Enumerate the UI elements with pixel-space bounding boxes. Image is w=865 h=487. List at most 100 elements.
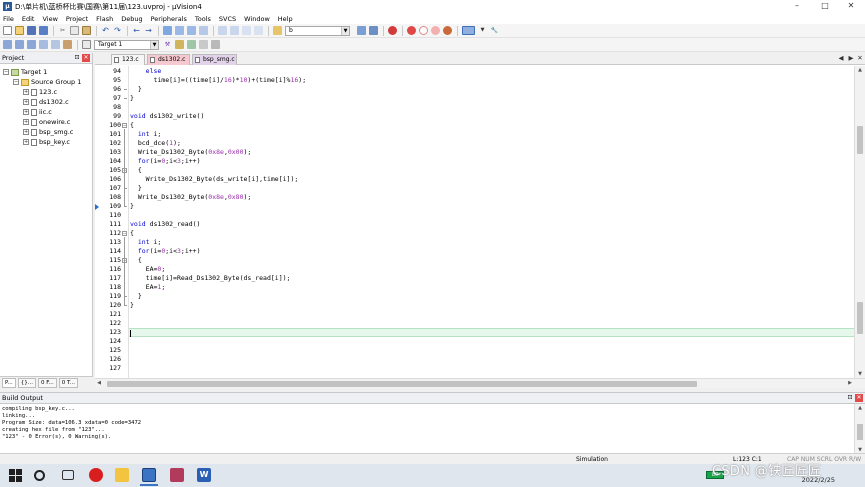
manage-components-icon[interactable] — [187, 40, 196, 49]
scrollbar-thumb[interactable] — [107, 381, 697, 387]
next-bookmark-icon[interactable] — [187, 26, 196, 35]
copy-icon[interactable] — [70, 26, 79, 35]
tab-templates[interactable]: 0 T... — [58, 377, 78, 388]
search-icon[interactable] — [34, 470, 45, 481]
menu-flash[interactable]: Flash — [96, 15, 113, 23]
pin-icon[interactable]: ⊡ — [73, 54, 81, 62]
scroll-right-icon[interactable]: ▶ — [846, 379, 854, 388]
target-options-icon[interactable] — [82, 40, 91, 49]
window-layout-icon[interactable] — [462, 26, 475, 35]
close-icon[interactable]: ✕ — [82, 54, 90, 62]
tree-file[interactable]: + iic.c — [0, 107, 92, 117]
task-view-icon[interactable] — [62, 470, 74, 480]
comment-icon[interactable] — [242, 26, 251, 35]
configure-tools-icon[interactable]: 🔧 — [490, 26, 499, 35]
menu-help[interactable]: Help — [278, 15, 293, 23]
menu-project[interactable]: Project — [66, 15, 88, 23]
editor-vertical-scrollbar[interactable]: ▲ ▼ — [854, 66, 865, 378]
keil-uvision-icon[interactable] — [142, 468, 156, 482]
menu-edit[interactable]: Edit — [22, 15, 35, 23]
bookmark-icon[interactable] — [163, 26, 172, 35]
scroll-down-icon[interactable]: ▼ — [855, 370, 865, 378]
menu-peripherals[interactable]: Peripherals — [151, 15, 187, 23]
menu-svcs[interactable]: SVCS — [219, 15, 236, 23]
disable-all-breakpoints-icon[interactable] — [431, 26, 440, 35]
build-icon[interactable] — [15, 40, 24, 49]
save-all-icon[interactable] — [39, 26, 48, 35]
close-icon[interactable]: ✕ — [855, 394, 863, 402]
uncomment-icon[interactable] — [254, 26, 263, 35]
tree-file[interactable]: + onewire.c — [0, 117, 92, 127]
tab-books[interactable]: {}... — [17, 377, 36, 388]
cut-icon[interactable]: ✂ — [58, 26, 67, 35]
fold-toggle-icon[interactable]: − — [122, 123, 127, 128]
tree-file[interactable]: + bsp_smg.c — [0, 127, 92, 137]
menu-tools[interactable]: Tools — [195, 15, 211, 23]
open-folder-icon[interactable] — [15, 26, 24, 35]
tree-file[interactable]: + bsp_key.c — [0, 137, 92, 147]
indent-icon[interactable] — [218, 26, 227, 35]
redo-icon[interactable]: ↷ — [113, 26, 122, 35]
code-text-area[interactable]: else time[i]=((time[i]/16)*10)+(time[i]%… — [128, 66, 855, 378]
navigate-forward-icon[interactable]: → — [144, 26, 153, 35]
scroll-up-icon[interactable]: ▲ — [855, 404, 865, 412]
tree-file[interactable]: + ds1302.c — [0, 97, 92, 107]
select-packs-icon[interactable] — [199, 40, 208, 49]
expand-icon[interactable]: + — [23, 99, 29, 105]
undo-icon[interactable]: ↶ — [101, 26, 110, 35]
minimize-button[interactable]: – — [783, 0, 811, 13]
windows-start-icon[interactable] — [8, 468, 22, 482]
prev-bookmark-icon[interactable] — [175, 26, 184, 35]
expand-icon[interactable]: + — [23, 129, 29, 135]
disable-breakpoint-icon[interactable] — [419, 26, 428, 35]
collapse-icon[interactable]: − — [3, 69, 9, 75]
close-tab-icon[interactable]: ✕ — [856, 54, 864, 63]
menu-window[interactable]: Window — [244, 15, 270, 23]
find-combo[interactable]: b ▼ — [285, 25, 350, 36]
line-number-gutter[interactable]: 949596979899100−101102103104105−10610710… — [95, 66, 128, 378]
netease-music-icon[interactable] — [89, 468, 103, 482]
rebuild-icon[interactable] — [27, 40, 36, 49]
build-output-scrollbar[interactable]: ▲ ▼ — [854, 404, 865, 454]
tree-source-group[interactable]: − Source Group 1 — [0, 77, 92, 87]
manage-rte-icon[interactable] — [211, 40, 220, 49]
editor-tab-bsp-smg-c[interactable]: bsp_smg.c — [192, 54, 237, 65]
file-extensions-icon[interactable] — [175, 40, 184, 49]
breakpoint-icon[interactable] — [407, 26, 416, 35]
editor-horizontal-scrollbar[interactable]: ◀ ▶ — [95, 378, 865, 388]
scrollbar-thumb[interactable] — [857, 424, 863, 440]
file-explorer-icon[interactable] — [115, 468, 129, 482]
find-in-files-icon[interactable] — [273, 26, 282, 35]
build-output-text[interactable]: compiling bsp_key.c... linking... Progra… — [0, 404, 865, 441]
navigate-back-icon[interactable]: ← — [132, 26, 141, 35]
debug-session-icon[interactable] — [388, 26, 397, 35]
word-icon[interactable]: W — [197, 468, 211, 482]
tree-file[interactable]: + 123.c — [0, 87, 92, 97]
tree-target[interactable]: − Target 1 — [0, 67, 92, 77]
editor-tab-123-c[interactable]: 123.c — [111, 54, 145, 65]
maximize-button[interactable]: □ — [811, 0, 839, 13]
find-icon[interactable] — [369, 26, 378, 35]
expand-icon[interactable]: + — [23, 89, 29, 95]
app-tool-icon[interactable] — [170, 468, 184, 482]
batch-build-icon[interactable] — [39, 40, 48, 49]
stop-build-icon[interactable] — [51, 40, 60, 49]
scroll-tabs-right-icon[interactable]: ▶ — [847, 54, 855, 63]
new-file-icon[interactable] — [3, 26, 12, 35]
options-for-target-icon[interactable]: ⚒ — [163, 40, 172, 49]
pin-icon[interactable]: ⊡ — [846, 394, 854, 402]
kill-breakpoints-icon[interactable] — [443, 26, 452, 35]
tab-functions[interactable]: 0 F... — [37, 377, 57, 388]
collapse-icon[interactable]: − — [13, 79, 19, 85]
menu-debug[interactable]: Debug — [121, 15, 142, 23]
chevron-down-icon[interactable]: ▼ — [341, 26, 349, 35]
menu-file[interactable]: File — [3, 15, 14, 23]
editor-tab-ds1302-c[interactable]: ds1302.c — [147, 54, 190, 65]
download-icon[interactable] — [63, 40, 72, 49]
expand-icon[interactable]: + — [23, 109, 29, 115]
translate-icon[interactable] — [3, 40, 12, 49]
scroll-up-icon[interactable]: ▲ — [855, 66, 865, 74]
clear-bookmarks-icon[interactable] — [199, 26, 208, 35]
paste-icon[interactable] — [82, 26, 91, 35]
fold-toggle-icon[interactable]: − — [122, 231, 127, 236]
